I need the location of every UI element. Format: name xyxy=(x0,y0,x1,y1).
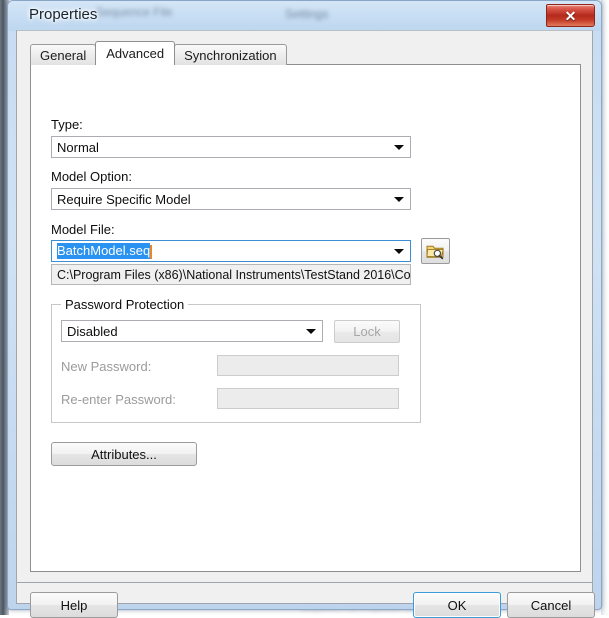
properties-dialog-window: Sequence File Settings Properties ✕ Gene… xyxy=(7,0,602,618)
lock-button[interactable]: Lock xyxy=(334,320,400,343)
browse-model-file-button[interactable] xyxy=(421,238,450,264)
new-password-input[interactable] xyxy=(217,355,399,376)
folder-search-icon xyxy=(426,245,444,259)
tab-general-label: General xyxy=(40,47,87,63)
attributes-button[interactable]: Attributes... xyxy=(51,442,197,466)
ok-button[interactable]: OK xyxy=(413,592,501,618)
dialog-client-area: General Advanced Synchronization Type: N… xyxy=(16,30,595,618)
model-file-combobox-value: BatchModel.seq xyxy=(57,243,151,259)
help-button-label: Help xyxy=(60,597,88,613)
reenter-password-input[interactable] xyxy=(217,388,399,409)
footer-separator xyxy=(17,582,592,583)
tab-page-advanced: Type: Normal Model Option: Require Speci… xyxy=(30,64,581,572)
model-option-label: Model Option: xyxy=(51,169,132,184)
type-label: Type: xyxy=(51,117,83,132)
model-option-combobox[interactable]: Require Specific Model xyxy=(51,188,411,210)
tab-advanced[interactable]: Advanced xyxy=(95,41,176,65)
password-protection-group-title: Password Protection xyxy=(61,297,189,312)
model-file-resolved-path-text: C:\Program Files (x86)\National Instrume… xyxy=(57,267,411,282)
model-option-combobox-value: Require Specific Model xyxy=(57,191,191,207)
password-state-combobox-value: Disabled xyxy=(67,323,118,339)
tab-synchronization-label: Synchronization xyxy=(184,47,277,63)
titlebar-background-blur-center: Settings xyxy=(285,7,329,21)
close-icon: ✕ xyxy=(564,7,577,24)
background-right-panel xyxy=(601,0,609,615)
close-button[interactable]: ✕ xyxy=(546,4,595,27)
model-file-label: Model File: xyxy=(51,222,115,237)
text-caret xyxy=(150,244,153,259)
attributes-button-label: Attributes... xyxy=(91,446,157,462)
chevron-down-icon[interactable] xyxy=(388,248,410,254)
password-state-combobox[interactable]: Disabled xyxy=(61,320,323,342)
cancel-button-label: Cancel xyxy=(530,597,572,613)
tab-general[interactable]: General xyxy=(30,44,97,65)
tab-strip: General Advanced Synchronization xyxy=(30,41,287,65)
help-button[interactable]: Help xyxy=(30,592,118,618)
chevron-down-icon[interactable] xyxy=(300,328,322,334)
tab-synchronization[interactable]: Synchronization xyxy=(174,44,287,65)
tab-advanced-label: Advanced xyxy=(106,46,165,61)
titlebar-background-blur-left: Sequence File xyxy=(96,5,173,19)
chevron-down-icon[interactable] xyxy=(388,144,410,150)
window-title: Properties xyxy=(29,6,98,23)
model-file-resolved-path: C:\Program Files (x86)\National Instrume… xyxy=(51,264,411,285)
type-combobox[interactable]: Normal xyxy=(51,136,411,158)
model-file-combobox-value-wrap: BatchModel.seq xyxy=(52,243,388,259)
new-password-label: New Password: xyxy=(61,359,152,374)
title-bar[interactable]: Sequence File Settings Properties ✕ xyxy=(8,1,601,31)
type-combobox-value: Normal xyxy=(57,139,99,155)
cancel-button[interactable]: Cancel xyxy=(507,592,595,618)
chevron-down-icon[interactable] xyxy=(388,196,410,202)
ok-button-label: OK xyxy=(447,597,467,613)
reenter-password-label: Re-enter Password: xyxy=(61,392,176,407)
model-file-combobox[interactable]: BatchModel.seq xyxy=(51,240,411,262)
lock-button-label: Lock xyxy=(353,324,381,339)
